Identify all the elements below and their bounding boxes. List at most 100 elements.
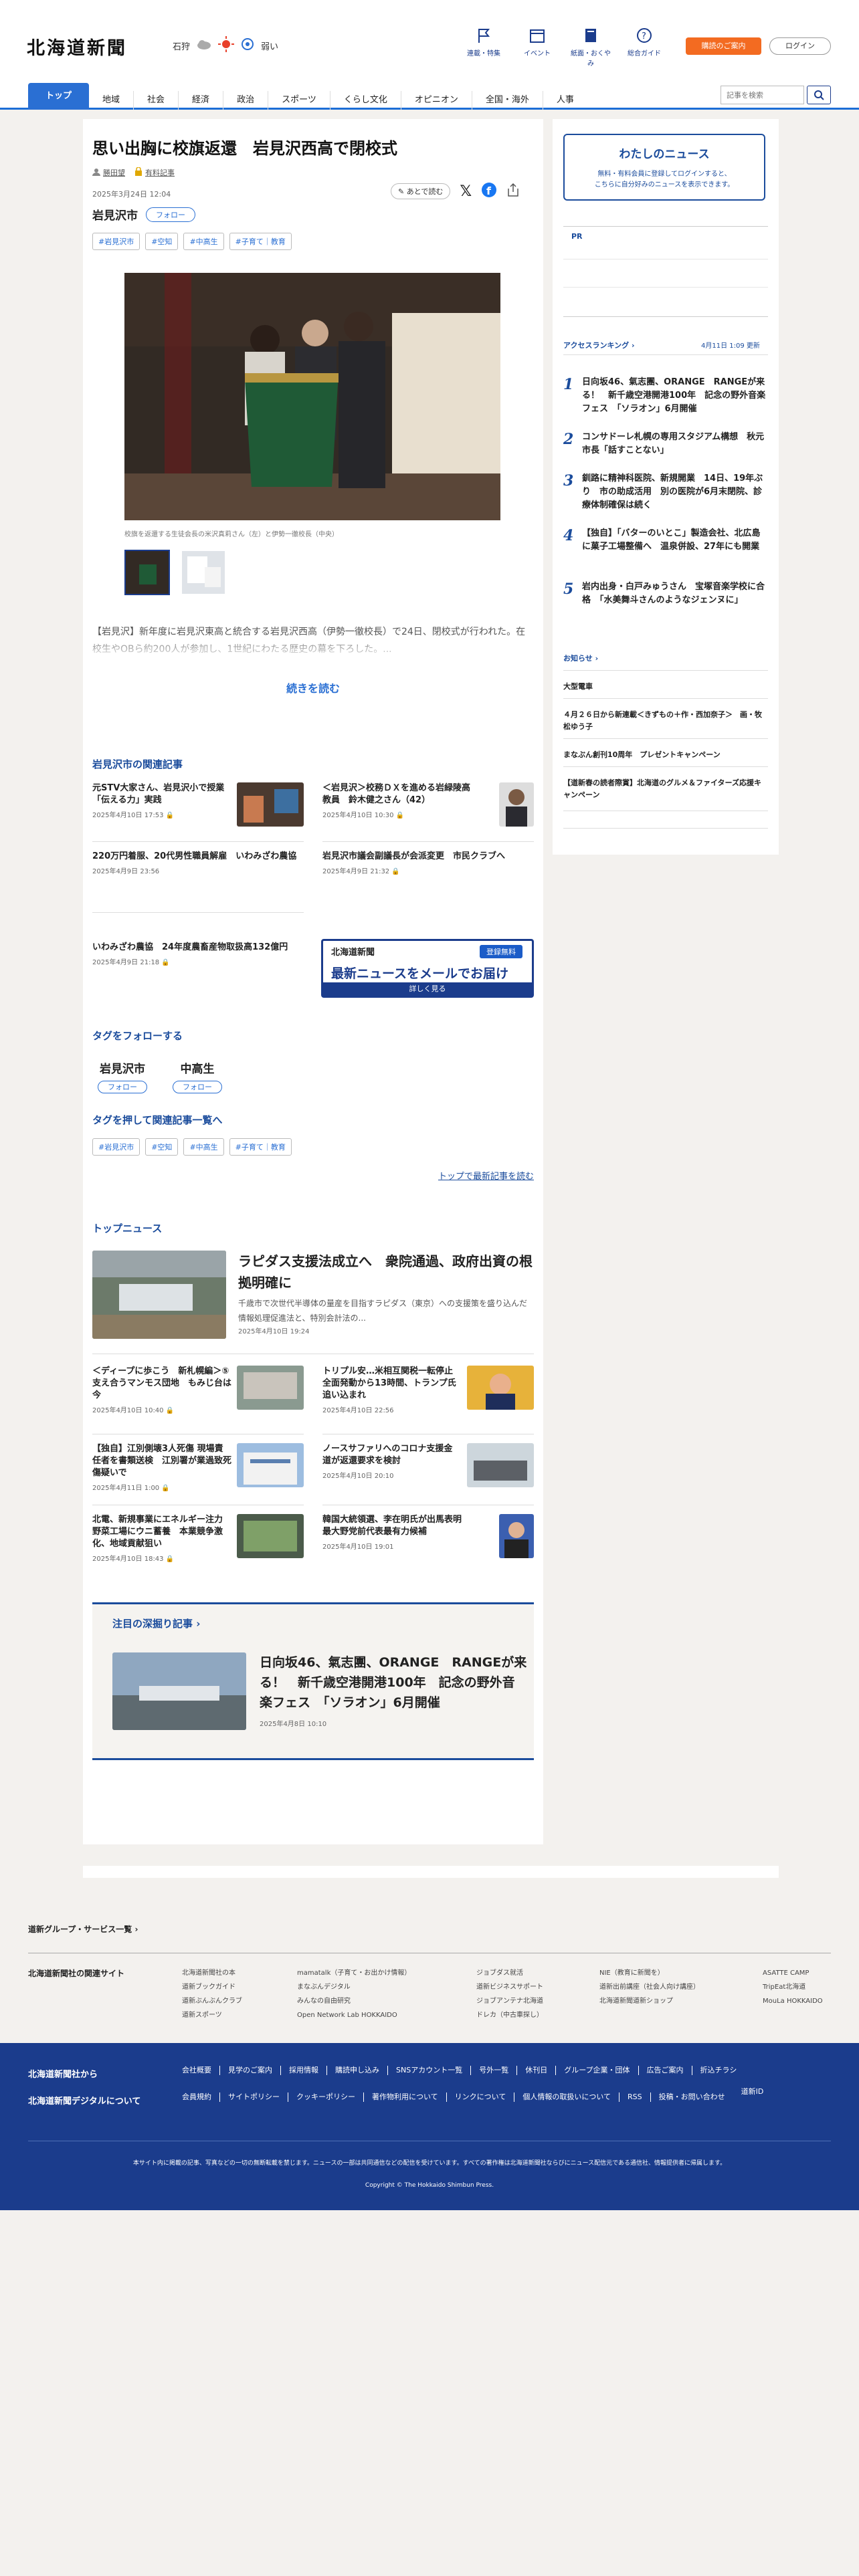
footer-link[interactable]: 道新スポーツ	[182, 2008, 242, 2022]
footer-link[interactable]: RSS	[619, 2092, 651, 2102]
footer-link[interactable]: 道新ブックガイド	[182, 1980, 242, 1994]
photo-thumbnail[interactable]	[181, 550, 226, 595]
footer-link[interactable]: 会員規約	[182, 2092, 220, 2102]
nav-top[interactable]: トップ	[28, 83, 90, 110]
footer-link[interactable]: SNSアカウント一覧	[388, 2066, 472, 2075]
footer-link[interactable]: みんなの自由研究	[297, 1994, 411, 2008]
tag[interactable]: #子育て｜教育	[229, 233, 292, 250]
footer-link[interactable]: 見学のご案内	[220, 2066, 281, 2075]
footer-link[interactable]: 道新ぶんぶんクラブ	[182, 1994, 242, 2008]
header-link-series[interactable]: 連載・特集	[462, 27, 506, 68]
footer-link[interactable]: 道新出前講座（社会人向け講座）	[599, 1980, 700, 1994]
deep-dive-image[interactable]	[112, 1652, 246, 1730]
footer-link[interactable]: 会社概要	[182, 2066, 220, 2075]
header-link-events[interactable]: イベント	[515, 27, 559, 68]
subscribe-button[interactable]: 購読のご案内	[686, 37, 761, 55]
footer-link[interactable]: ドレカ（中古車探し）	[476, 2008, 543, 2022]
author-link[interactable]: 勝田望	[103, 167, 125, 178]
footer-link[interactable]: ジョブダス就活	[476, 1966, 543, 1980]
search-button[interactable]	[807, 86, 831, 104]
related-article[interactable]: 岩見沢市議会副議長が会派変更 市民クラブへ 2025年4月9日 21:32 🔒	[322, 851, 534, 875]
follow-tag-button[interactable]: フォロー	[98, 1081, 147, 1093]
footer-link[interactable]: TripEat北海道	[763, 1980, 823, 1994]
footer-link[interactable]: 広告ご案内	[639, 2066, 692, 2075]
tag[interactable]: #空知	[145, 1138, 179, 1156]
deep-dive-heading[interactable]: 注目の深掘り記事 ›	[112, 1616, 200, 1630]
top-news-lead-image[interactable]	[92, 1251, 226, 1339]
footer-link[interactable]: グループ企業・団体	[556, 2066, 639, 2075]
top-news-item[interactable]: 【独自】江別側壊3人死傷 現場責任者を書類送検 江別署が業過致死傷疑いで 202…	[92, 1443, 304, 1492]
footer-link[interactable]: ASATTE CAMP	[763, 1966, 823, 1980]
footer-link[interactable]: 採用情報	[281, 2066, 327, 2075]
footer-link[interactable]: リンクについて	[447, 2092, 515, 2102]
facebook-share-icon[interactable]: f	[481, 182, 497, 201]
footer-link[interactable]: 北海道新聞道新ショップ	[599, 1994, 700, 2008]
follow-tag-button[interactable]: フォロー	[173, 1081, 222, 1093]
tag[interactable]: #岩見沢市	[92, 1138, 140, 1156]
footer-link[interactable]: NIE（教育に新聞を）	[599, 1966, 700, 1980]
footer-link[interactable]: 道新ID	[733, 2087, 772, 2102]
article-photo[interactable]	[124, 273, 500, 520]
top-news-item[interactable]: ノースサファリへのコロナ支援金 道が返還要求を検討 2025年4月10日 20:…	[322, 1443, 534, 1487]
footer-link[interactable]: mamatalk（子育て・お出かけ情報）	[297, 1966, 411, 1980]
footer-link[interactable]: 購読申し込み	[327, 2066, 388, 2075]
photo-thumbnail[interactable]	[124, 550, 170, 595]
top-news-item[interactable]: ＜ディープに歩こう 新札幌編＞⑤支え合うマンモス団地 もみじ台は今 2025年4…	[92, 1366, 304, 1414]
notice-item[interactable]: 【道新春の読者際賞】北海道のグルメ＆ファイターズ応援キャンペーン	[563, 777, 768, 801]
tag[interactable]: #岩見沢市	[92, 233, 140, 250]
follow-location-button[interactable]: フォロー	[146, 207, 195, 222]
tag[interactable]: #空知	[145, 233, 179, 250]
footer-link[interactable]: 休刊日	[517, 2066, 557, 2075]
nav-economy[interactable]: 経済	[179, 91, 224, 110]
tag[interactable]: #中高生	[183, 233, 224, 250]
nav-region[interactable]: 地域	[89, 91, 134, 110]
tag[interactable]: #子育て｜教育	[229, 1138, 292, 1156]
nav-opinion[interactable]: オピニオン	[401, 91, 472, 110]
top-news-item[interactable]: 韓国大統領選、李在明氏が出馬表明 最大野党前代表最有力候補 2025年4月10日…	[322, 1514, 534, 1558]
read-later-button[interactable]: ✎ あとで読む	[391, 183, 451, 199]
related-article[interactable]: ＜岩見沢＞校務ＤＸを進める岩緑陵高教員 鈴木健之さん（42） 2025年4月10…	[322, 782, 534, 827]
footer-link[interactable]: まなぶんデジタル	[297, 1980, 411, 1994]
nav-world[interactable]: 全国・海外	[472, 91, 543, 110]
footer-link[interactable]: 折込チラシ	[692, 2066, 745, 2075]
share-icon[interactable]	[506, 183, 520, 200]
login-button[interactable]: ログイン	[769, 37, 831, 55]
group-services-link[interactable]: 道新グループ・サービス一覧 ›	[28, 1923, 138, 1935]
paid-article-label[interactable]: 有料記事	[145, 167, 175, 178]
x-share-icon[interactable]: 𝕏	[460, 183, 472, 200]
nav-society[interactable]: 社会	[134, 91, 179, 110]
newsletter-banner[interactable]: 北海道新聞 登録無料 最新ニュースをメールでお届け 詳しく見る	[321, 939, 534, 998]
tag[interactable]: #中高生	[183, 1138, 224, 1156]
deep-dive-title[interactable]: 日向坂46、氣志團、ORANGE RANGEが来る！ 新千歳空港開港100年 記…	[260, 1652, 527, 1713]
my-news-box[interactable]: わたしのニュース 無料・有料会員に登録してログインすると、 こちらに自分好みのニュ…	[563, 134, 765, 201]
weather-widget[interactable]: 石狩 弱い	[173, 36, 278, 55]
footer-link[interactable]: 個人情報の取扱いについて	[514, 2092, 620, 2102]
footer-link[interactable]: サイトポリシー	[220, 2092, 288, 2102]
top-news-item[interactable]: 北電、新規事業にエネルギー注力 野菜工場にウニ蓄養 本業競争激化、地域貢献狙い …	[92, 1514, 304, 1563]
nav-sports[interactable]: スポーツ	[268, 91, 330, 110]
read-more-link[interactable]: 続きを読む	[83, 679, 543, 695]
header-link-paper[interactable]: 紙面・おくやみ	[569, 27, 613, 68]
footer-link[interactable]: 道新ビジネスサポート	[476, 1980, 543, 1994]
top-news-lead-title[interactable]: ラピダス支援法成立へ 衆院通過、政府出資の根拠明確に	[238, 1251, 533, 1293]
top-news-item[interactable]: トリプル安…米相互関税一転停止 全面発動から13時間、トランプ氏追い込まれ 20…	[322, 1366, 534, 1414]
notice-heading[interactable]: お知らせ ›	[563, 653, 598, 663]
notice-item[interactable]: まなぶん創刊10周年 プレゼントキャンペーン	[563, 749, 768, 761]
footer-link[interactable]: 投稿・お問い合わせ	[651, 2092, 733, 2102]
related-article[interactable]: いわみざわ農協 24年度農畜産物取扱高132億円 2025年4月9日 21:18…	[92, 942, 304, 966]
ranking-heading[interactable]: アクセスランキング ›	[563, 340, 635, 350]
header-link-guide[interactable]: ? 総合ガイド	[622, 27, 666, 68]
nav-culture[interactable]: くらし文化	[330, 91, 401, 110]
footer-link[interactable]: 北海道新聞社の本	[182, 1966, 242, 1980]
nav-politics[interactable]: 政治	[223, 91, 269, 110]
related-article[interactable]: 220万円着服、20代男性職員解雇 いわみざわ農協 2025年4月9日 23:5…	[92, 851, 304, 875]
footer-link[interactable]: 著作物利用について	[364, 2092, 447, 2102]
notice-item[interactable]: 大型電車	[563, 681, 768, 693]
search-input[interactable]	[721, 86, 804, 104]
footer-link[interactable]: MouLa HOKKAIDO	[763, 1994, 823, 2008]
notice-item[interactable]: ４月２６日から新連載＜きずもの＋作・西加奈子＞ 画・牧松ゆう子	[563, 709, 768, 733]
footer-link[interactable]: ジョブアンテナ北海道	[476, 1994, 543, 2008]
footer-link[interactable]: Open Network Lab HOKKAIDO	[297, 2008, 411, 2022]
ranking-item[interactable]: 1 日向坂46、氣志團、ORANGE RANGEが来る！ 新千歳空港開港100年…	[563, 376, 768, 420]
footer-link[interactable]: 号外一覧	[471, 2066, 518, 2075]
